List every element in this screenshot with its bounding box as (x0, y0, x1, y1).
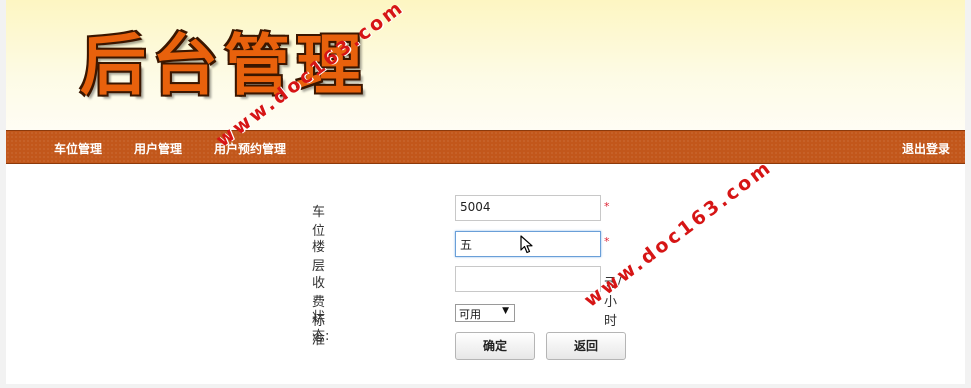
logo-title: 后台管理 (80, 26, 368, 104)
required-mark: * (604, 200, 610, 213)
parking-label: 车位 (312, 205, 326, 239)
status-select[interactable]: 可用 ▼ (455, 304, 515, 322)
top-navbar: 车位管理 用户管理 用户预约管理 退出登录 (6, 130, 965, 164)
required-mark: * (604, 235, 610, 248)
nav-item-users[interactable]: 用户管理 (134, 140, 182, 157)
nav-item-reservations[interactable]: 用户预约管理 (214, 140, 286, 157)
logout-link[interactable]: 退出登录 (902, 140, 950, 157)
fee-input[interactable] (455, 266, 601, 292)
dropdown-arrow-icon: ▼ (502, 306, 509, 316)
back-button[interactable]: 返回 (546, 332, 626, 360)
floor-label: 楼层 (312, 240, 326, 274)
status-selected-value: 可用 (459, 308, 481, 321)
fee-unit: 元/小时 (604, 276, 622, 329)
nav-item-parking[interactable]: 车位管理 (54, 140, 102, 157)
status-label: 状态: (312, 310, 330, 344)
confirm-button[interactable]: 确定 (455, 332, 535, 360)
parking-input[interactable]: 5004 (455, 195, 601, 221)
mouse-cursor-icon (520, 235, 533, 254)
header-banner: 后台管理 (6, 0, 965, 130)
page: 后台管理 车位管理 用户管理 用户预约管理 退出登录 车位 5004 * 楼层 … (6, 0, 965, 384)
